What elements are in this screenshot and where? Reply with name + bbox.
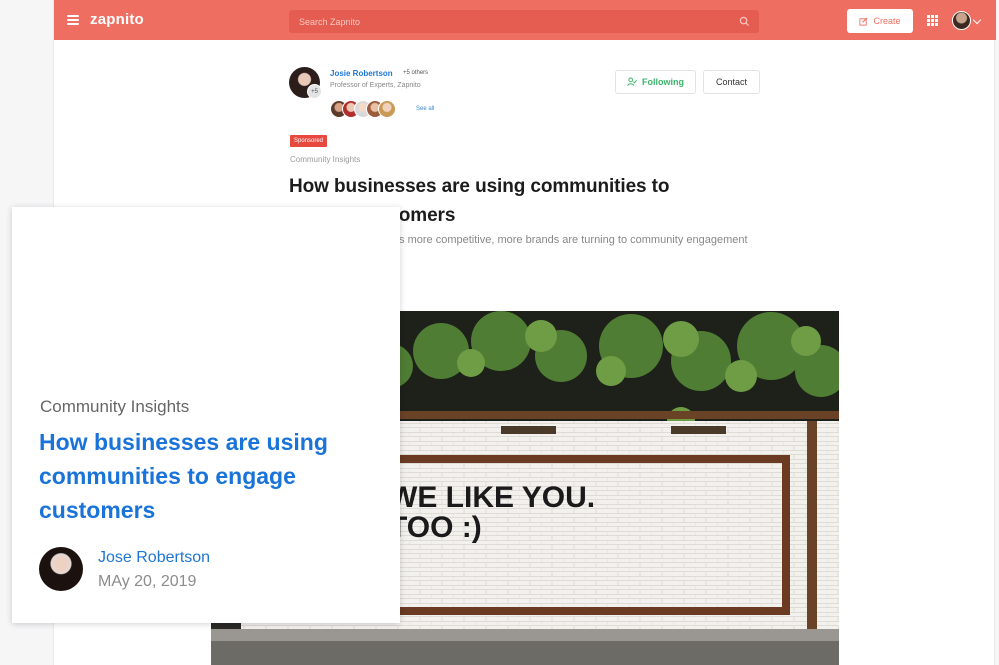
- chevron-down-icon[interactable]: [972, 15, 982, 25]
- post-category[interactable]: Community Insights: [290, 155, 360, 164]
- search-input[interactable]: [289, 10, 759, 33]
- author-name-link[interactable]: Josie Robertson: [330, 69, 393, 78]
- see-all-link[interactable]: See all: [416, 106, 434, 112]
- author-extra-count[interactable]: +5 others: [403, 70, 428, 76]
- author-role: Professor of Experts, Zapnito: [330, 82, 421, 89]
- follower-avatars[interactable]: [330, 100, 396, 120]
- card-author-link[interactable]: Jose Robertson: [98, 549, 210, 567]
- edit-icon: [859, 17, 868, 26]
- create-label: Create: [873, 16, 901, 26]
- article-preview-card[interactable]: WE LIKE YOU. TOO :) Community Insights H…: [12, 207, 400, 623]
- contact-button[interactable]: Contact: [703, 70, 760, 94]
- following-button[interactable]: Following: [615, 70, 696, 94]
- user-check-icon: [627, 77, 637, 86]
- avatar[interactable]: [378, 100, 396, 118]
- user-avatar[interactable]: [952, 11, 971, 30]
- card-category: Community Insights: [40, 397, 190, 416]
- sign-text-line1: WE LIKE YOU.: [389, 481, 595, 514]
- sponsored-badge: Sponsored: [290, 135, 328, 147]
- brand-logo[interactable]: zapnito: [90, 11, 144, 28]
- card-title-link[interactable]: How businesses are using communities to …: [39, 425, 384, 527]
- search-bar[interactable]: [289, 10, 759, 33]
- following-label: Following: [642, 77, 684, 87]
- top-navbar: zapnito Create: [54, 0, 996, 40]
- sign-text-line2: TOO :): [389, 511, 482, 544]
- card-body: Community Insights How businesses are us…: [12, 371, 400, 623]
- card-date: MAy 20, 2019: [98, 573, 197, 590]
- apps-grid-icon[interactable]: [927, 15, 938, 26]
- card-author-avatar[interactable]: [39, 547, 83, 591]
- coauthor-count-badge: +5: [307, 84, 322, 99]
- create-button[interactable]: Create: [847, 9, 913, 33]
- menu-icon[interactable]: [67, 15, 79, 25]
- stage: zapnito Create: [0, 0, 999, 665]
- search-icon[interactable]: [739, 16, 750, 27]
